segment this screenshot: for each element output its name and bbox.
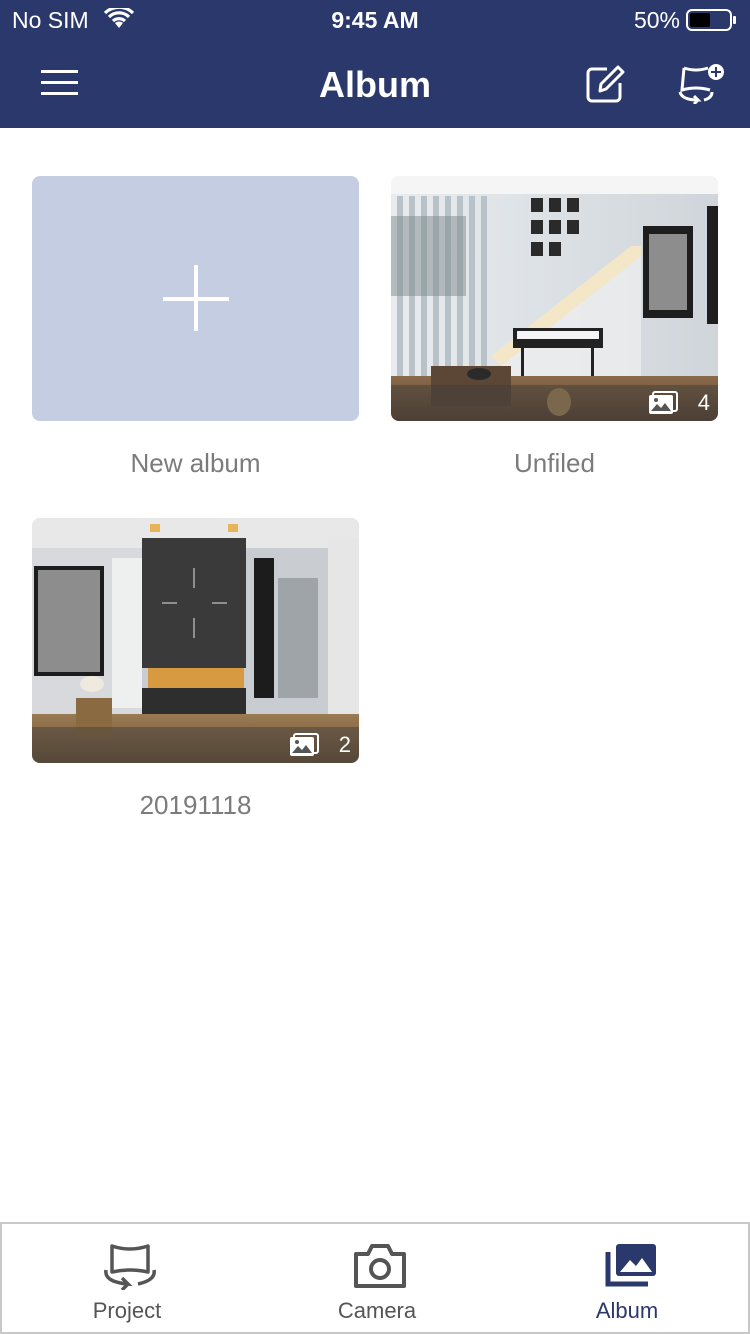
new-album-tile[interactable] [32,176,359,421]
album-icon [605,1244,656,1287]
tab-camera[interactable]: Camera [252,1224,502,1332]
photos-icon [290,733,319,756]
app-header: No SIM 9:45 AM 50% Album [0,0,750,128]
battery-percentage: 50% [633,7,680,33]
bottom-tab-bar: Project Camera Album [0,1222,750,1334]
photo-count: 2 [338,732,351,757]
plus-icon-vertical [194,265,198,331]
project-icon [104,1244,156,1290]
tab-label: Camera [337,1298,417,1323]
add-scene-icon[interactable] [678,62,726,104]
album-caption-unfiled: Unfiled [514,448,595,478]
album-grid: New album 4 Unfiled 2 20191118 [0,128,750,1222]
photos-icon [649,391,678,414]
tab-project[interactable]: Project [2,1224,252,1332]
photo-count-bar: 4 [391,385,718,421]
album-caption-new: New album [130,448,261,478]
album-tile-unfiled[interactable]: 4 [391,176,718,421]
page-title: Album [319,64,431,105]
edit-pencil-icon[interactable] [585,64,625,104]
photo-count: 4 [697,390,710,415]
tab-album[interactable]: Album [502,1224,750,1332]
camera-icon [354,1244,406,1288]
battery-icon [686,9,736,31]
album-tile-20191118[interactable]: 2 [32,518,359,763]
tab-label: Project [92,1298,162,1323]
photo-count-bar: 2 [32,727,359,763]
tab-label: Album [595,1298,659,1323]
status-bar: No SIM 9:45 AM 50% [0,0,750,40]
album-caption-20191118: 20191118 [139,790,252,820]
